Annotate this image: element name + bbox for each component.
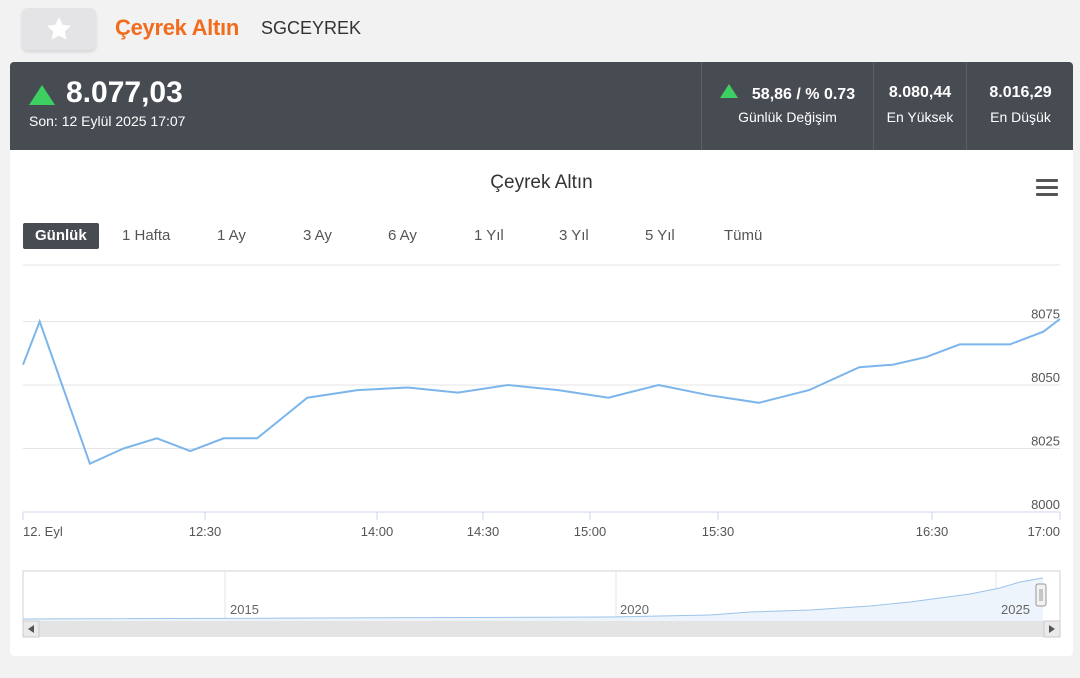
up-arrow-icon [29,85,55,105]
x-tick-label: 15:30 [702,524,735,539]
y-tick-label: 8000 [1031,497,1060,512]
daily-change-stat: 58,86 / % 0.73 Günlük Değişim [701,62,873,150]
x-tick-label: 14:00 [361,524,394,539]
high-label: En Yüksek [886,109,954,125]
low-stat: 8.016,29 En Düşük [966,62,1074,150]
instrument-title: Çeyrek Altın [115,15,239,40]
low-value: 8.016,29 [989,84,1052,101]
y-tick-label: 8050 [1031,370,1060,385]
price-chart: 8000 8025 8050 8075 12. Eyl 12:30 14:00 14:30 1… [22,264,1061,638]
x-tick-label: 12:30 [189,524,222,539]
x-tick-label: 15:00 [574,524,607,539]
navigator-label-2020: 2020 [620,602,649,617]
low-label: En Düşük [990,109,1051,125]
price-bar: 8.077,03 Son: 12 Eylül 2025 17:07 58,86 … [10,62,1073,150]
navigator-scrollbar[interactable] [22,620,1061,638]
price-line [22,318,1061,466]
star-icon [47,17,71,40]
navigator-handle[interactable] [1035,583,1047,607]
last-price: 8.077,03 [66,76,183,109]
x-tick-label: 16:30 [916,524,949,539]
daily-change-label: Günlük Değişim [738,109,837,125]
chart-card: Çeyrek Altın Günlük 1 Hafta 1 Ay 3 Ay 6 … [10,150,1073,656]
navigator-label-2015: 2015 [230,602,259,617]
high-stat: 8.080,44 En Yüksek [873,62,966,150]
navigator[interactable]: 2015 2020 2025 [22,570,1061,624]
high-value: 8.080,44 [888,84,952,101]
y-tick-label: 8075 [1031,307,1060,322]
instrument-code: SGCEYREK [261,18,362,38]
x-tick-label: 12. Eyl [23,524,63,539]
x-tick-label: 17:00 [1027,524,1060,539]
up-arrow-icon [719,84,738,98]
y-tick-label: 8025 [1031,434,1060,449]
favorite-button[interactable] [22,8,96,50]
navigator-label-2025: 2025 [1001,602,1030,617]
x-tick-label: 14:30 [467,524,500,539]
last-update-time: Son: 12 Eylül 2025 17:07 [29,113,186,129]
daily-change-value: 58,86 / % 0.73 [751,86,856,103]
top-bar: Çeyrek Altın SGCEYREK [0,0,1080,62]
